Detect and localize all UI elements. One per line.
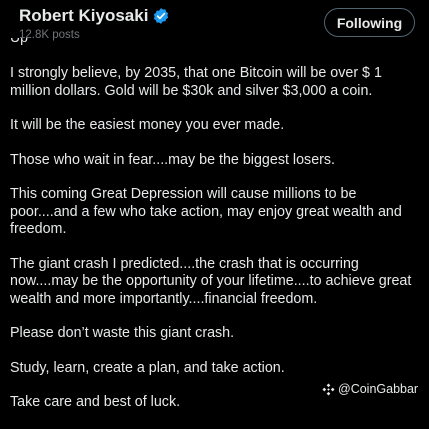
tweet-paragraph: Please don’t waste this giant crash. [10,325,235,341]
tweet-paragraph: The giant crash I predicted....the crash… [10,255,412,307]
watermark: @CoinGabbar [322,382,418,396]
display-name: Robert Kiyosaki [19,6,149,25]
tweet-paragraph: Take care and best of luck. [10,394,181,410]
verified-badge-icon [154,8,169,24]
tweet-paragraph: Those who wait in fear....may be the big… [10,151,336,168]
watermark-text: @CoinGabbar [338,382,419,396]
clipped-text-line: Up [10,38,50,46]
following-button[interactable]: Following [324,8,415,37]
clipped-text: Up [10,38,50,45]
tweet-text: I strongly believe, by 2035, that one Bi… [10,65,420,429]
tweet-paragraph: It will be the easiest money you ever ma… [10,117,285,133]
name-row: Robert Kiyosaki [19,6,170,26]
profile-header: Robert Kiyosaki 12.8K posts Following [0,0,429,46]
tweet-paragraph: I strongly believe, by 2035, that one Bi… [10,65,382,99]
coingabbar-logo-icon [322,382,335,396]
tweet-paragraph: This coming Great Depression will cause … [10,186,402,237]
tweet-paragraph: Study, learn, create a plan, and take ac… [10,359,285,376]
